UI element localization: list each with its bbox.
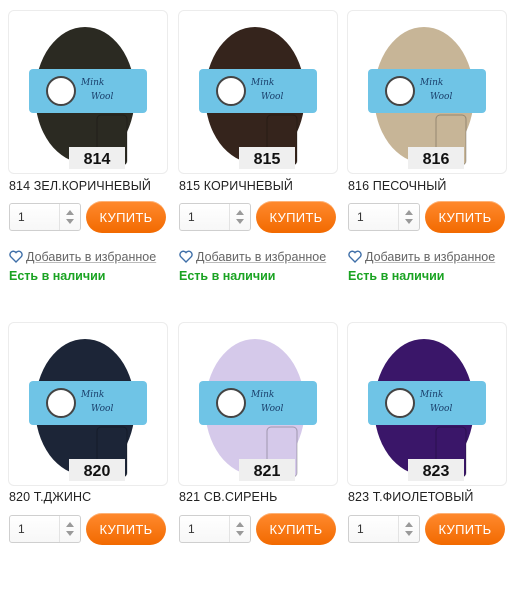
chevron-up-icon[interactable]	[405, 210, 413, 215]
chevron-up-icon[interactable]	[236, 210, 244, 215]
product-image[interactable]: Mink Wool 821	[178, 322, 338, 486]
svg-text:Wool: Wool	[261, 92, 283, 102]
product-code: 820	[84, 463, 111, 480]
yarn-skein-image: Mink Wool 823	[368, 339, 486, 481]
svg-text:Mink: Mink	[419, 78, 443, 88]
product-code: 823	[423, 463, 450, 480]
yarn-skein-image: Mink Wool 814	[29, 27, 147, 169]
yarn-skein-image: Mink Wool 820	[29, 339, 147, 481]
svg-text:Wool: Wool	[91, 92, 113, 102]
svg-text:Mink: Mink	[419, 390, 443, 400]
product-name[interactable]: 820 Т.ДЖИНС	[9, 490, 91, 504]
quantity-input[interactable]	[10, 204, 60, 230]
product-code: 815	[254, 151, 281, 168]
buy-button[interactable]: КУПИТЬ	[425, 513, 505, 545]
buy-button[interactable]: КУПИТЬ	[86, 513, 166, 545]
stepper-arrows[interactable]	[229, 516, 250, 542]
add-to-favorites-label[interactable]: Добавить в избранное	[26, 250, 156, 264]
yarn-skein-image: Mink Wool 815	[199, 27, 317, 169]
chevron-up-icon[interactable]	[236, 522, 244, 527]
add-to-favorites-label[interactable]: Добавить в избранное	[365, 250, 495, 264]
quantity-input[interactable]	[10, 516, 60, 542]
add-to-favorites-label[interactable]: Добавить в избранное	[196, 250, 326, 264]
product-card: Mink Wool 814 814 ЗЕЛ.КОРИЧНЕВЫЙ КУПИТЬ …	[0, 0, 168, 300]
quantity-stepper[interactable]	[348, 515, 420, 543]
chevron-down-icon[interactable]	[405, 219, 413, 224]
product-image[interactable]: Mink Wool 820	[8, 322, 168, 486]
chevron-up-icon[interactable]	[66, 522, 74, 527]
product-name[interactable]: 823 Т.ФИОЛЕТОВЫЙ	[348, 490, 473, 504]
product-image[interactable]: Mink Wool 815	[178, 10, 338, 174]
add-to-favorites-link[interactable]: Добавить в избранное	[348, 250, 495, 266]
chevron-down-icon[interactable]	[66, 219, 74, 224]
in-stock-status: Есть в наличии	[179, 269, 276, 283]
quantity-stepper[interactable]	[9, 203, 81, 231]
quantity-input[interactable]	[349, 516, 399, 542]
product-image[interactable]: Mink Wool 816	[347, 10, 507, 174]
buy-button[interactable]: КУПИТЬ	[86, 201, 166, 233]
quantity-input[interactable]	[349, 204, 399, 230]
product-card: Mink Wool 816 816 ПЕСОЧНЫЙ КУПИТЬ Добави…	[339, 0, 507, 300]
product-card: Mink Wool 815 815 КОРИЧНЕВЫЙ КУПИТЬ Доба…	[170, 0, 338, 300]
product-code: 821	[254, 463, 281, 480]
quantity-input[interactable]	[180, 516, 230, 542]
chevron-up-icon[interactable]	[66, 210, 74, 215]
yarn-skein-image: Mink Wool 821	[199, 339, 317, 481]
stepper-arrows[interactable]	[229, 204, 250, 230]
svg-text:Wool: Wool	[430, 404, 452, 414]
product-card: Mink Wool 823 823 Т.ФИОЛЕТОВЫЙ КУПИТЬ	[339, 312, 507, 612]
svg-text:Mink: Mink	[80, 390, 104, 400]
chevron-down-icon[interactable]	[236, 531, 244, 536]
add-to-favorites-link[interactable]: Добавить в избранное	[9, 250, 156, 266]
stepper-arrows[interactable]	[59, 516, 80, 542]
product-name[interactable]: 816 ПЕСОЧНЫЙ	[348, 179, 446, 193]
quantity-stepper[interactable]	[179, 203, 251, 231]
product-name[interactable]: 815 КОРИЧНЕВЫЙ	[179, 179, 293, 193]
chevron-up-icon[interactable]	[405, 522, 413, 527]
quantity-stepper[interactable]	[348, 203, 420, 231]
svg-text:Mink: Mink	[80, 78, 104, 88]
svg-text:Mink: Mink	[250, 390, 274, 400]
quantity-input[interactable]	[180, 204, 230, 230]
in-stock-status: Есть в наличии	[9, 269, 106, 283]
add-to-favorites-link[interactable]: Добавить в избранное	[179, 250, 326, 266]
product-grid: Mink Wool 814 814 ЗЕЛ.КОРИЧНЕВЫЙ КУПИТЬ …	[0, 0, 512, 558]
buy-button[interactable]: КУПИТЬ	[425, 201, 505, 233]
product-image[interactable]: Mink Wool 823	[347, 322, 507, 486]
heart-outline-icon[interactable]	[9, 250, 23, 266]
stepper-arrows[interactable]	[398, 204, 419, 230]
heart-outline-icon[interactable]	[179, 250, 193, 266]
product-card: Mink Wool 820 820 Т.ДЖИНС КУПИТЬ	[0, 312, 168, 612]
in-stock-status: Есть в наличии	[348, 269, 445, 283]
buy-button[interactable]: КУПИТЬ	[256, 201, 336, 233]
chevron-down-icon[interactable]	[66, 531, 74, 536]
product-code: 814	[84, 151, 111, 168]
heart-outline-icon[interactable]	[348, 250, 362, 266]
chevron-down-icon[interactable]	[236, 219, 244, 224]
product-name[interactable]: 821 СВ.СИРЕНЬ	[179, 490, 277, 504]
chevron-down-icon[interactable]	[405, 531, 413, 536]
svg-text:Wool: Wool	[430, 92, 452, 102]
svg-text:Wool: Wool	[91, 404, 113, 414]
product-name[interactable]: 814 ЗЕЛ.КОРИЧНЕВЫЙ	[9, 179, 151, 193]
yarn-skein-image: Mink Wool 816	[368, 27, 486, 169]
stepper-arrows[interactable]	[398, 516, 419, 542]
product-code: 816	[423, 151, 450, 168]
quantity-stepper[interactable]	[9, 515, 81, 543]
quantity-stepper[interactable]	[179, 515, 251, 543]
svg-text:Mink: Mink	[250, 78, 274, 88]
product-image[interactable]: Mink Wool 814	[8, 10, 168, 174]
svg-text:Wool: Wool	[261, 404, 283, 414]
product-card: Mink Wool 821 821 СВ.СИРЕНЬ КУПИТЬ	[170, 312, 338, 612]
stepper-arrows[interactable]	[59, 204, 80, 230]
buy-button[interactable]: КУПИТЬ	[256, 513, 336, 545]
